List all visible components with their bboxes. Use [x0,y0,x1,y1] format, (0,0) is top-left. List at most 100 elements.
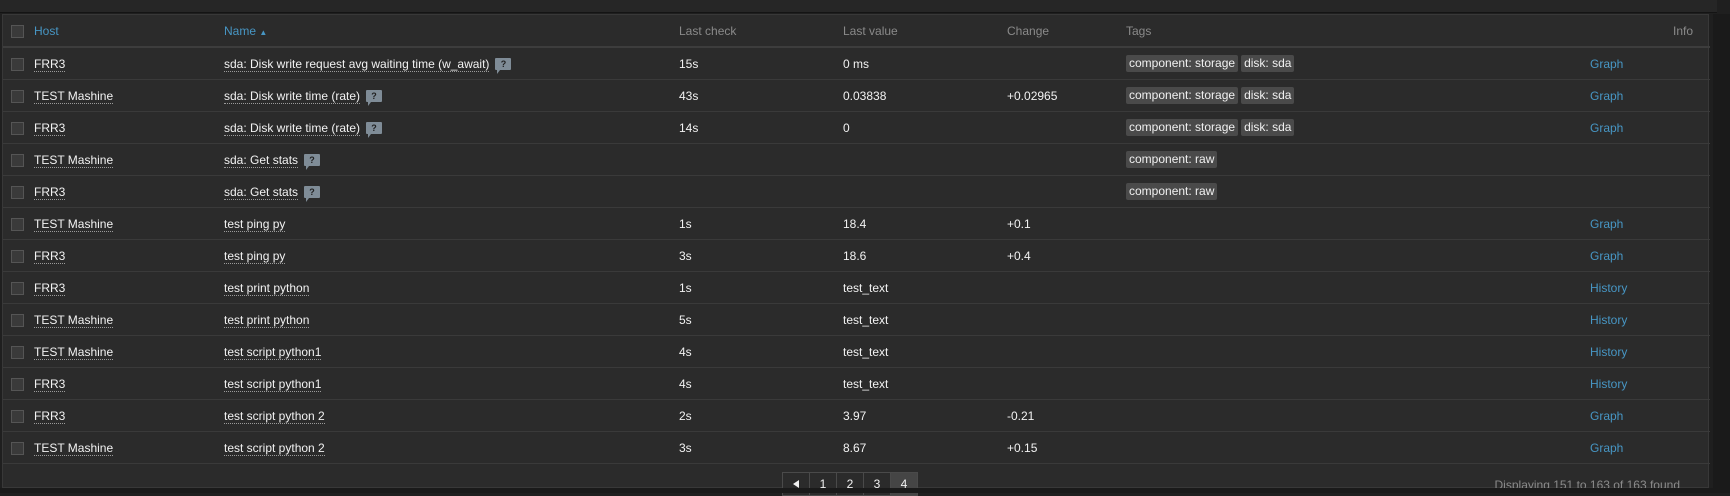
tag-badge[interactable]: component: raw [1126,183,1218,200]
graph-link[interactable]: Graph [1590,57,1623,71]
tag-badge[interactable]: disk: sda [1241,55,1295,72]
item-name-link[interactable]: test ping py [224,248,286,264]
graph-link[interactable]: Graph [1590,249,1623,263]
vertical-scrollbar[interactable] [1713,14,1730,493]
graph-link[interactable]: Graph [1590,441,1623,455]
item-name-link[interactable]: test ping py [224,216,286,232]
tag-badge[interactable]: disk: sda [1241,87,1295,104]
host-link[interactable]: FRR3 [34,184,66,200]
graph-link[interactable]: Graph [1590,89,1623,103]
tag-badge[interactable]: component: storage [1126,119,1239,136]
table-row: FRR3 sda: Disk write time (rate)? 14s 0 comp… [3,111,1710,144]
history-link[interactable]: History [1590,313,1627,327]
tags-cell [1126,239,1590,272]
host-link[interactable]: TEST Mashine [34,344,114,360]
row-checkbox[interactable] [11,57,24,71]
host-link[interactable]: TEST Mashine [34,152,114,168]
change-cell: +0.02965 [1007,79,1126,112]
tag-badge[interactable]: component: storage [1126,55,1239,72]
description-hint-icon[interactable]: ? [366,90,383,107]
tags-cell [1126,335,1590,368]
table-row: TEST Mashine test ping py 1s 18.4 +0.1 Graph [3,207,1710,240]
item-name-link[interactable]: sda: Disk write time (rate) [224,120,361,136]
tags-cell: component: storage disk: sda [1126,111,1590,144]
description-hint-icon[interactable]: ? [495,58,512,75]
last-value-cell: 18.4 [843,207,1007,240]
row-checkbox[interactable] [11,441,24,455]
history-link[interactable]: History [1590,281,1627,295]
table-row: TEST Mashine test script python1 4s test_te… [3,335,1710,368]
row-checkbox[interactable] [11,409,24,423]
tags-cell [1126,367,1590,400]
item-name-link[interactable]: sda: Get stats [224,152,299,168]
last-check-cell: 1s [679,271,843,304]
row-checkbox[interactable] [11,281,24,295]
host-link[interactable]: TEST Mashine [34,312,114,328]
row-checkbox[interactable] [11,313,24,327]
change-cell [1007,303,1126,336]
last-check-cell: 5s [679,303,843,336]
row-checkbox[interactable] [11,153,24,167]
last-check-cell: 14s [679,111,843,144]
host-link[interactable]: TEST Mashine [34,216,114,232]
tag-badge[interactable]: component: raw [1126,151,1218,168]
last-value-cell: 8.67 [843,431,1007,464]
host-link[interactable]: TEST Mashine [34,440,114,456]
row-checkbox[interactable] [11,377,24,391]
row-checkbox[interactable] [11,121,24,135]
host-link[interactable]: FRR3 [34,408,66,424]
item-name-link[interactable]: test script python1 [224,376,322,392]
column-name[interactable]: Name ▲ [224,15,679,48]
row-checkbox[interactable] [11,185,24,199]
graph-link[interactable]: Graph [1590,217,1623,231]
last-check-cell: 43s [679,79,843,112]
column-host[interactable]: Host [27,15,224,48]
last-check-cell: 3s [679,431,843,464]
change-cell: +0.4 [1007,239,1126,272]
column-last-value: Last value [843,15,1007,48]
host-link[interactable]: FRR3 [34,120,66,136]
description-hint-icon[interactable]: ? [366,122,383,139]
last-value-cell: test_text [843,271,1007,304]
host-link[interactable]: FRR3 [34,56,66,72]
row-checkbox[interactable] [11,345,24,359]
tag-badge[interactable]: disk: sda [1241,119,1295,136]
graph-link[interactable]: Graph [1590,121,1623,135]
change-cell [1007,335,1126,368]
table-row: FRR3 sda: Get stats? component: raw [3,175,1710,208]
item-name-link[interactable]: test print python [224,312,310,328]
last-value-cell: test_text [843,303,1007,336]
history-link[interactable]: History [1590,377,1627,391]
item-name-link[interactable]: sda: Disk write request avg waiting time… [224,56,490,72]
item-name-link[interactable]: sda: Get stats [224,184,299,200]
last-check-cell: 4s [679,335,843,368]
row-checkbox[interactable] [11,89,24,103]
item-name-link[interactable]: test script python 2 [224,440,325,456]
item-name-link[interactable]: test print python [224,280,310,296]
table-header-row: Host Name ▲ Last check Last value Change… [3,15,1710,48]
host-link[interactable]: FRR3 [34,280,66,296]
history-link[interactable]: History [1590,345,1627,359]
description-hint-icon[interactable]: ? [304,154,321,171]
tag-badge[interactable]: component: storage [1126,87,1239,104]
host-link[interactable]: FRR3 [34,248,66,264]
row-checkbox[interactable] [11,249,24,263]
row-checkbox[interactable] [11,217,24,231]
select-all-checkbox[interactable] [11,24,24,38]
item-name-link[interactable]: sda: Disk write time (rate) [224,88,361,104]
description-hint-icon[interactable]: ? [304,186,321,203]
item-name-link[interactable]: test script python 2 [224,408,325,424]
host-link[interactable]: TEST Mashine [34,88,114,104]
graph-link[interactable]: Graph [1590,409,1623,423]
table-row: FRR3 test ping py 3s 18.6 +0.4 Graph [3,239,1710,272]
tags-cell [1126,207,1590,240]
tags-cell: component: raw [1126,143,1590,176]
column-last-check: Last check [679,15,843,48]
change-cell [1007,367,1126,400]
tags-cell: component: raw [1126,175,1590,208]
last-check-cell: 1s [679,207,843,240]
latest-data-table: Host Name ▲ Last check Last value Change… [3,15,1710,464]
host-link[interactable]: FRR3 [34,376,66,392]
table-row: FRR3 test script python1 4s test_text Histor… [3,367,1710,400]
item-name-link[interactable]: test script python1 [224,344,322,360]
